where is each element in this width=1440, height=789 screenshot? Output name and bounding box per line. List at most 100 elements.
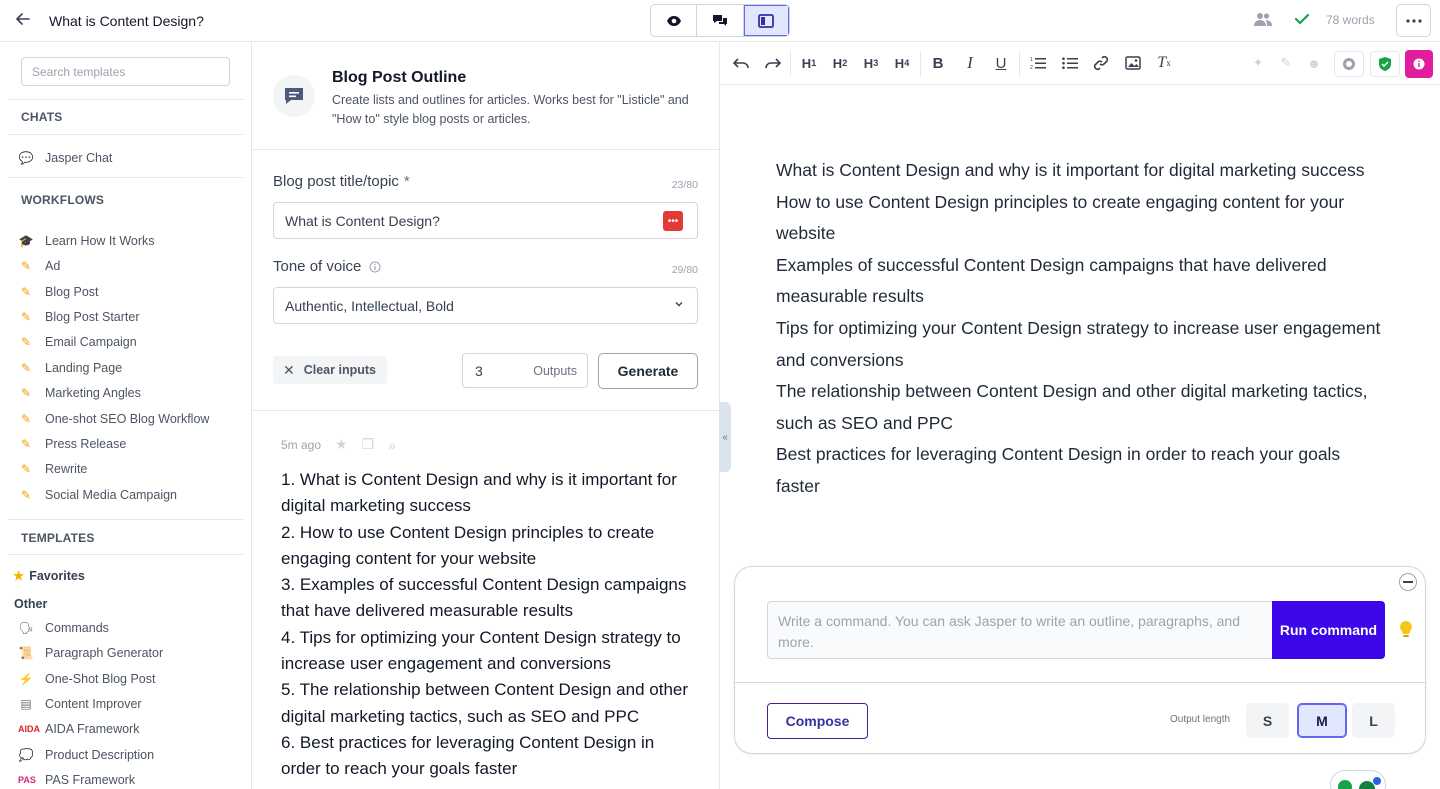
sidebar-item-jasper-chat[interactable]: 💬 Jasper Chat bbox=[18, 148, 113, 168]
magic-wand-icon[interactable]: ✦ bbox=[1246, 52, 1270, 74]
clear-formatting-icon[interactable]: Tx bbox=[1152, 52, 1176, 74]
chevron-down-icon bbox=[675, 302, 683, 307]
sidebar-item-marketing-angles[interactable]: ✎ Marketing Angles bbox=[18, 383, 141, 403]
sidebar-item-label: Content Improver bbox=[45, 697, 142, 711]
image-icon[interactable] bbox=[1121, 52, 1145, 74]
divider bbox=[252, 410, 719, 411]
jasper-logo-icon: ✎ bbox=[20, 386, 32, 400]
send-to-editor-icon[interactable]: » bbox=[388, 437, 396, 453]
sidebar-item-landing-page[interactable]: ✎ Landing Page bbox=[18, 358, 122, 378]
generate-button[interactable]: Generate bbox=[598, 353, 698, 389]
speech-bubble-icon: 💭 bbox=[18, 748, 34, 762]
sidebar-item-one-shot-seo-blog-workflow[interactable]: ✎ One-shot SEO Blog Workflow bbox=[18, 409, 209, 429]
emoji-icon[interactable]: ☻ bbox=[1302, 52, 1326, 74]
heading-1-icon[interactable]: H1 bbox=[797, 52, 821, 74]
copy-icon[interactable]: ❐ bbox=[362, 436, 375, 453]
bullet-list-icon[interactable] bbox=[1058, 52, 1082, 74]
jasper-logo-icon: ✎ bbox=[20, 285, 32, 299]
more-options-button[interactable] bbox=[1396, 4, 1431, 37]
editor-paragraph: What is Content Design and why is it imp… bbox=[776, 160, 1365, 180]
sidebar-item-one-shot-blog-post[interactable]: ⚡ One-Shot Blog Post bbox=[18, 669, 156, 689]
size-small-button[interactable]: S bbox=[1246, 703, 1289, 738]
run-command-button[interactable]: Run command bbox=[1272, 601, 1385, 659]
sidebar-item-content-improver[interactable]: ▤ Content Improver bbox=[18, 694, 142, 714]
heading-4-icon[interactable]: H4 bbox=[890, 52, 914, 74]
shield-check-icon[interactable] bbox=[1370, 51, 1400, 77]
size-large-button[interactable]: L bbox=[1352, 703, 1395, 738]
editor-content[interactable]: What is Content Design and why is it imp… bbox=[776, 155, 1386, 503]
tone-label: Tone of voice bbox=[273, 258, 381, 275]
command-input[interactable]: Write a command. You can ask Jasper to w… bbox=[767, 601, 1272, 659]
pencil-icon[interactable]: ✎ bbox=[1274, 52, 1298, 74]
close-icon: ✕ bbox=[283, 361, 295, 378]
sidebar-item-blog-post[interactable]: ✎ Blog Post bbox=[18, 282, 99, 302]
sidebar-item-press-release[interactable]: ✎ Press Release bbox=[18, 434, 126, 454]
info-badge-icon[interactable] bbox=[1405, 50, 1433, 78]
outputs-count-input[interactable]: 3 Outputs bbox=[462, 353, 588, 388]
sidebar-item-email-campaign[interactable]: ✎ Email Campaign bbox=[18, 332, 137, 352]
info-icon[interactable] bbox=[369, 261, 381, 273]
saved-check-icon bbox=[1294, 11, 1310, 30]
sidebar-item-product-description[interactable]: 💭 Product Description bbox=[18, 745, 155, 765]
divider bbox=[8, 519, 244, 520]
scroll-icon: 📜 bbox=[18, 646, 34, 660]
link-icon[interactable] bbox=[1089, 52, 1113, 74]
word-count: 78 words bbox=[1326, 13, 1375, 27]
sidebar-item-blog-post-starter[interactable]: ✎ Blog Post Starter bbox=[18, 307, 140, 327]
redo-icon[interactable] bbox=[761, 52, 785, 74]
sidebar-item-social-media-campaign[interactable]: ✎ Social Media Campaign bbox=[18, 485, 177, 505]
workflows-heading: WORKFLOWS bbox=[21, 193, 105, 207]
users-icon[interactable] bbox=[1254, 11, 1272, 30]
sidebar-item-label: Marketing Angles bbox=[45, 386, 141, 400]
split-mode-button[interactable] bbox=[743, 5, 789, 36]
topic-input[interactable]: What is Content Design? ••• bbox=[273, 202, 698, 239]
svg-text:2: 2 bbox=[1030, 65, 1033, 70]
jasper-logo-icon: ✎ bbox=[20, 310, 32, 324]
result-output[interactable]: 1. What is Content Design and why is it … bbox=[281, 467, 693, 783]
document-title[interactable]: What is Content Design? bbox=[49, 13, 204, 29]
jasper-logo-icon: ✎ bbox=[20, 361, 32, 375]
preview-mode-button[interactable] bbox=[651, 5, 698, 36]
italic-icon[interactable]: I bbox=[958, 52, 982, 74]
size-medium-button[interactable]: M bbox=[1297, 703, 1347, 738]
favorites-group[interactable]: ★ Favorites bbox=[13, 568, 85, 584]
clear-inputs-button[interactable]: ✕ Clear inputs bbox=[273, 356, 387, 384]
jasper-logo-icon: ✎ bbox=[20, 462, 32, 476]
sidebar-item-rewrite[interactable]: ✎ Rewrite bbox=[18, 459, 87, 479]
undo-icon[interactable] bbox=[729, 52, 753, 74]
sidebar-item-aida-framework[interactable]: AIDA AIDA Framework bbox=[18, 719, 139, 739]
sidebar-item-commands[interactable]: 🗣 Commands bbox=[18, 618, 109, 638]
assistant-widget[interactable] bbox=[1330, 770, 1386, 789]
heading-3-icon[interactable]: H3 bbox=[859, 52, 883, 74]
compose-button[interactable]: Compose bbox=[767, 703, 868, 739]
plagiarism-check-icon[interactable] bbox=[1334, 51, 1364, 77]
chat-mode-button[interactable] bbox=[697, 5, 744, 36]
sidebar-item-label: Jasper Chat bbox=[45, 151, 113, 165]
minimize-icon[interactable] bbox=[1399, 573, 1417, 591]
graduation-cap-icon: 🎓 bbox=[18, 234, 34, 248]
sidebar-item-learn-how-it-works[interactable]: 🎓 Learn How It Works bbox=[18, 231, 155, 251]
topic-label: Blog post title/topic * bbox=[273, 173, 410, 190]
template-description: Create lists and outlines for articles. … bbox=[332, 93, 689, 126]
underline-icon[interactable]: U bbox=[989, 52, 1013, 74]
bold-icon[interactable]: B bbox=[926, 52, 950, 74]
divider bbox=[790, 51, 791, 76]
back-arrow-icon[interactable] bbox=[12, 10, 34, 32]
search-templates-input[interactable] bbox=[21, 57, 230, 86]
result-line: 1. What is Content Design and why is it … bbox=[281, 470, 677, 516]
document-icon: ▤ bbox=[20, 697, 32, 711]
star-icon[interactable]: ★ bbox=[335, 436, 348, 453]
speech-bubble-icon: 💬 bbox=[18, 151, 34, 165]
ordered-list-icon[interactable]: 12 bbox=[1026, 52, 1050, 74]
lightbulb-icon[interactable] bbox=[1399, 620, 1413, 643]
clear-inputs-label: Clear inputs bbox=[303, 363, 376, 377]
sidebar-item-pas-framework[interactable]: PAS PAS Framework bbox=[18, 770, 135, 789]
grammarly-icon[interactable]: ••• bbox=[663, 211, 683, 231]
heading-2-icon[interactable]: H2 bbox=[828, 52, 852, 74]
collapse-panel-handle[interactable]: « bbox=[719, 402, 731, 472]
other-group[interactable]: Other bbox=[14, 597, 47, 611]
tone-select[interactable]: Authentic, Intellectual, Bold bbox=[273, 287, 698, 324]
sidebar-item-ad[interactable]: ✎ Ad bbox=[18, 256, 60, 276]
sidebar-item-paragraph-generator[interactable]: 📜 Paragraph Generator bbox=[18, 643, 164, 663]
editor-paragraph: How to use Content Design principles to … bbox=[776, 191, 1345, 244]
